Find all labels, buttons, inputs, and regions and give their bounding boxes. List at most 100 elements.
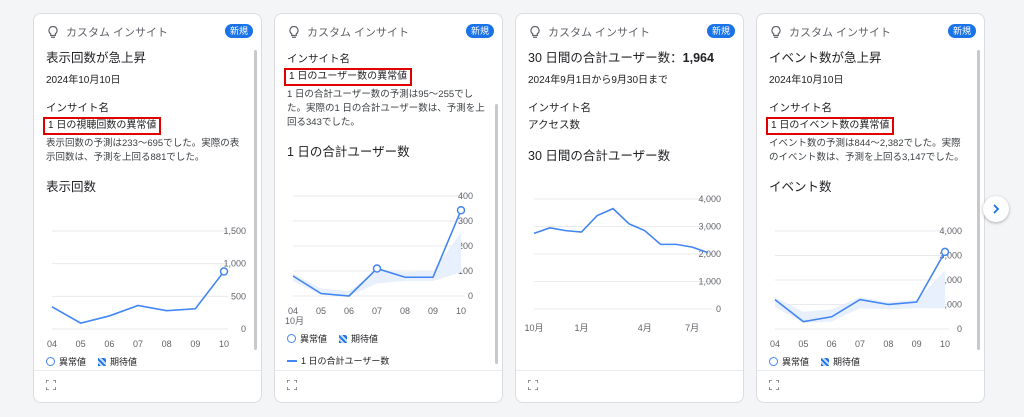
series-line (533, 207, 709, 254)
y-tick-label: 0 (957, 324, 962, 334)
card-header-label: カスタム インサイト (307, 27, 410, 39)
x-tick-label: 09 (190, 339, 200, 349)
x-tick-label: 1月 (574, 323, 588, 333)
x-tick-label: 07 (855, 339, 865, 349)
insight-card-3[interactable]: カスタム インサイト 新規 30 日間の合計ユーザー数：1,964 2024年9… (515, 13, 744, 403)
insight-card-4[interactable]: カスタム インサイト 新規 イベント数が急上昇 2024年10月10日 インサイ… (756, 13, 985, 403)
line-chart: 4,0003,0002,0001,00000405060708091010月 (770, 226, 962, 349)
x-tick-label: 05 (316, 306, 326, 316)
anomaly-marker (219, 267, 229, 276)
y-tick-label: 0 (468, 291, 473, 301)
insight-title: 30 日間の合計ユーザー数：1,964 (528, 51, 714, 65)
card-divider (516, 370, 743, 371)
insight-name-label: インサイト名 (769, 102, 832, 114)
total-users-value: 1,964 (682, 51, 714, 65)
next-button[interactable] (983, 196, 1009, 222)
expected-legend-icon (339, 334, 348, 343)
card-header: カスタム インサイト 新規 (287, 22, 494, 42)
x-tick-label: 09 (428, 306, 438, 316)
y-tick-label: 0 (716, 304, 721, 314)
x-tick-label: 07 (133, 339, 143, 349)
insight-name-label: インサイト名 (287, 53, 350, 65)
expand-icon[interactable] (287, 380, 297, 390)
x-tick-label: 10 (219, 339, 229, 349)
new-badge: 新規 (947, 24, 976, 38)
anomaly-marker (456, 206, 466, 215)
legend-series-label: 1 日の合計ユーザー数 (301, 356, 390, 366)
anomaly-legend-icon (769, 357, 778, 366)
scrollbar[interactable] (977, 50, 980, 350)
line-chart: 4,0003,0002,0001,000010月 1月 4月 7月 (524, 194, 721, 333)
insight-name-highlight: 1 日の視聴回数の異常値 (43, 117, 162, 135)
scrollbar[interactable] (254, 50, 257, 350)
x-tick-label: 7月 (685, 323, 699, 333)
series-line (51, 270, 225, 324)
expected-range-band (293, 232, 461, 296)
legend-expected-label: 期待値 (351, 334, 379, 344)
insight-card-1[interactable]: カスタム インサイト 新規 表示回数が急上昇 2024年10月10日 インサイト… (33, 13, 262, 403)
insight-name-label: インサイト名 (528, 102, 591, 114)
card-header: カスタム インサイト 新規 (769, 22, 976, 42)
insight-title: イベント数が急上昇 (769, 51, 882, 65)
chart-title: イベント数 (769, 180, 832, 194)
expected-legend-icon (821, 357, 830, 366)
insight-date: 2024年9月1日から9月30日まで (528, 75, 669, 86)
chart-title: 1 日の合計ユーザー数 (287, 145, 410, 159)
chart-title: 30 日間の合計ユーザー数 (528, 149, 671, 163)
x-tick-label: 4月 (638, 323, 652, 333)
expand-icon[interactable] (769, 380, 779, 390)
x-tick-label: 09 (912, 339, 922, 349)
y-tick-label: 4,000 (698, 194, 721, 204)
x-tick-label: 10 (940, 339, 950, 349)
card-divider (34, 370, 261, 371)
insight-name-highlight: 1 日のイベント数の異常値 (766, 117, 895, 135)
chart-title: 表示回数 (46, 180, 97, 194)
new-badge: 新規 (706, 24, 735, 38)
y-tick-label: 3,000 (698, 222, 721, 232)
y-tick-label: 4,000 (939, 226, 962, 236)
series-legend: 1 日の合計ユーザー数 (287, 354, 389, 367)
chevron-right-icon (993, 204, 1000, 214)
x-tick-label: 08 (400, 306, 410, 316)
x-tick-label: 06 (827, 339, 837, 349)
line-chart: 400300200100004 05 06 07 08 09 1010月 (285, 191, 473, 326)
lightbulb-icon (48, 25, 58, 38)
insight-card-2[interactable]: カスタム インサイト 新規 インサイト名 1 日のユーザー数の異常値 1 日の合… (274, 13, 503, 403)
insight-date: 2024年10月10日 (46, 75, 121, 86)
y-tick-label: 1,000 (223, 259, 246, 269)
lightbulb-icon (530, 25, 540, 38)
anomaly-legend-icon (287, 334, 296, 343)
anomaly-marker (372, 264, 382, 273)
series-line-icon (287, 359, 297, 362)
card-divider (757, 370, 984, 371)
y-tick-label: 500 (231, 291, 246, 301)
x-tick-label: 04 (47, 339, 57, 349)
y-tick-label: 300 (458, 216, 473, 226)
insight-title: 表示回数が急上昇 (46, 51, 147, 65)
insight-description: 表示回数の予測は233～695でした。実際の表示回数は、予測を上回る881でした… (46, 138, 240, 163)
x-tick-label: 06 (344, 306, 354, 316)
expand-icon[interactable] (528, 380, 538, 390)
x-tick-label: 06 (104, 339, 114, 349)
card-header-label: カスタム インサイト (548, 27, 651, 39)
insight-description: イベント数の予測は844～2,382でした。実際のイベント数は、予測を上回る3,… (769, 138, 964, 163)
new-badge: 新規 (465, 24, 494, 38)
anomaly-marker (940, 247, 950, 257)
card-divider (275, 370, 502, 371)
y-tick-label: 1,000 (698, 277, 721, 287)
lightbulb-icon (289, 25, 299, 38)
x-tick-label: 08 (162, 339, 172, 349)
x-tick-label: 04 (288, 306, 298, 316)
anomaly-legend-icon (46, 357, 55, 366)
x-tick-label: 07 (372, 306, 382, 316)
lightbulb-icon (771, 25, 781, 38)
line-chart: 1,5001,00050000405060708091010月 (47, 226, 246, 349)
x-tick-label: 05 (76, 339, 86, 349)
legend-anomaly-label: 異常値 (782, 357, 810, 367)
insight-description: 1 日の合計ユーザー数の予測は95～255でした。実際の1 日の合計ユーザー数は… (287, 89, 485, 128)
insight-name-label: インサイト名 (46, 102, 109, 114)
new-badge: 新規 (224, 24, 253, 38)
scrollbar[interactable] (495, 104, 498, 364)
legend-anomaly-label: 異常値 (59, 357, 87, 367)
expand-icon[interactable] (46, 380, 56, 390)
